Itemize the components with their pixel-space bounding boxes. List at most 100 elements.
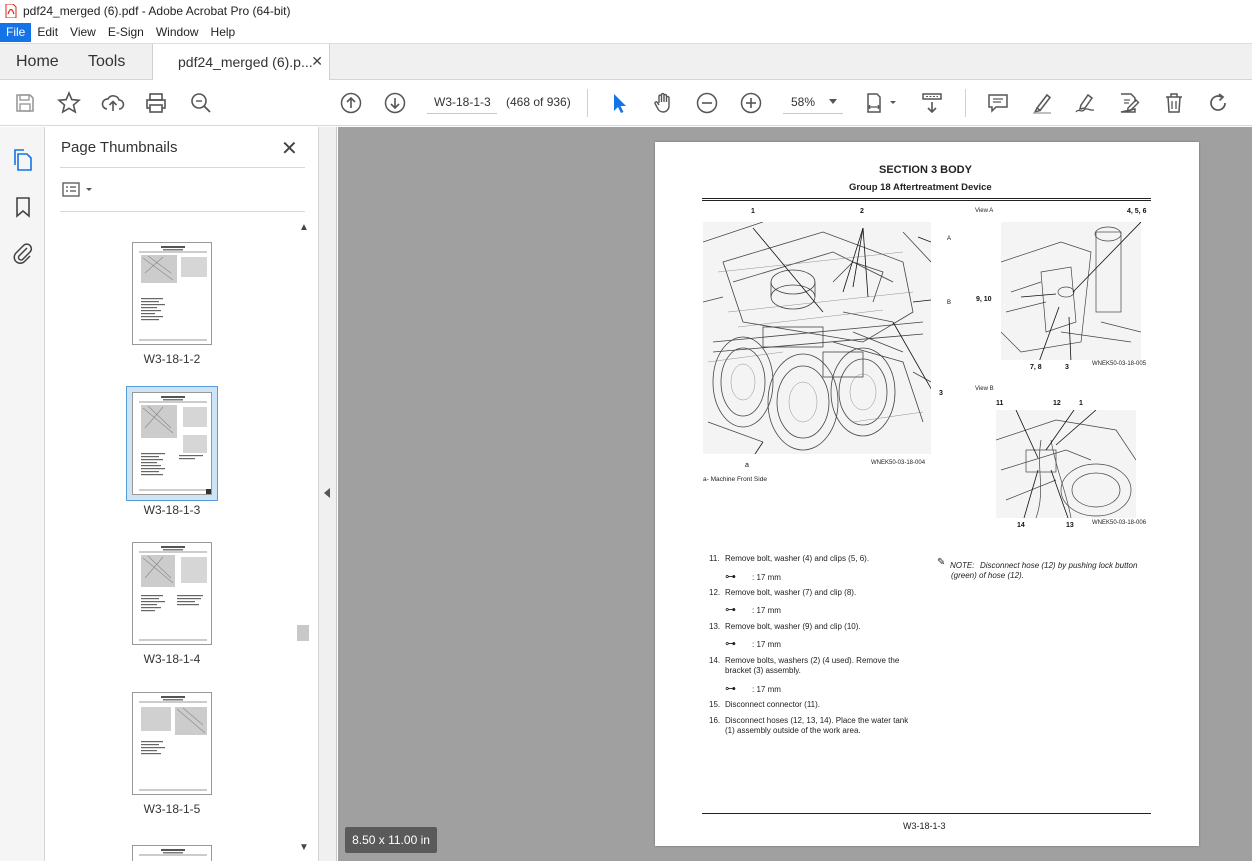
- step-text: Remove bolt, washer (9) and clip (10).: [725, 622, 861, 631]
- callout-label: 14: [1017, 522, 1025, 529]
- highlight-pen-icon[interactable]: [1030, 91, 1054, 115]
- zoom-level-dropdown[interactable]: 58%: [783, 90, 843, 114]
- step-text: bracket (3) assembly.: [725, 666, 801, 675]
- acrobat-pdf-icon: [5, 3, 17, 19]
- toolbar-divider: [587, 89, 588, 117]
- document-page: SECTION 3 BODY Group 18 Aftertreatment D…: [655, 142, 1199, 846]
- tab-document[interactable]: pdf24_merged (6).p... ✕: [152, 44, 330, 81]
- view-b-illustration: [996, 410, 1136, 518]
- chevron-down-icon: [829, 99, 837, 104]
- scroll-up-icon[interactable]: ▲: [299, 222, 309, 233]
- edit-pdf-icon[interactable]: [1117, 91, 1141, 115]
- thumbnail-page-image: [132, 542, 212, 645]
- scrollbar-thumb[interactable]: [297, 625, 309, 641]
- scroll-down-icon[interactable]: ▼: [299, 842, 309, 853]
- menu-help[interactable]: Help: [205, 23, 242, 42]
- thumbnail-label: W3-18-1-5: [143, 802, 201, 816]
- wrench-icon: ⊶: [725, 604, 736, 616]
- group-heading: Group 18 Aftertreatment Device: [849, 182, 992, 193]
- star-bookmark-icon[interactable]: [57, 90, 81, 115]
- callout-label: 7, 8: [1030, 364, 1042, 371]
- document-tab-label: pdf24_merged (6).p...: [178, 54, 313, 70]
- print-icon[interactable]: [144, 91, 168, 115]
- callout-label: 3: [939, 390, 943, 397]
- callout-label: 1: [1079, 400, 1083, 407]
- thumbnail-options-menu[interactable]: [62, 181, 98, 199]
- previous-page-icon[interactable]: [339, 91, 363, 115]
- thumbnail-page-image: [132, 242, 212, 345]
- menu-edit[interactable]: Edit: [31, 23, 64, 42]
- tab-bar: Home Tools pdf24_merged (6).p... ✕: [0, 43, 1252, 81]
- close-panel-icon[interactable]: ✕: [281, 136, 298, 161]
- thumbnail-page-image: [132, 845, 212, 861]
- view-a-illustration: [1001, 222, 1141, 360]
- page-thumbnails-panel: Page Thumbnails ✕ W3-18-1-2 W3-18-1-3 W3…: [46, 127, 319, 861]
- zoom-search-icon[interactable]: [189, 91, 213, 115]
- footer-rule: [702, 813, 1151, 814]
- menu-file[interactable]: File: [0, 23, 32, 42]
- zoom-in-icon[interactable]: [739, 91, 763, 115]
- page-footer: W3-18-1-3: [903, 821, 946, 831]
- save-icon[interactable]: [13, 91, 37, 115]
- wrench-size: : 17 mm: [752, 606, 781, 615]
- rotate-redo-icon[interactable]: [1206, 91, 1230, 115]
- view-a-label: View A: [975, 208, 994, 214]
- menu-view[interactable]: View: [64, 23, 102, 42]
- section-heading: SECTION 3 BODY: [879, 164, 972, 176]
- tab-home[interactable]: Home: [16, 53, 59, 71]
- panel-divider: [60, 167, 305, 168]
- close-tab-icon[interactable]: ✕: [311, 53, 323, 70]
- panel-divider: [60, 211, 305, 212]
- next-page-icon[interactable]: [383, 91, 407, 115]
- delete-trash-icon[interactable]: [1162, 91, 1186, 115]
- wrench-size: : 17 mm: [752, 573, 781, 582]
- page-thumbnails-icon[interactable]: [11, 148, 35, 172]
- menu-esign[interactable]: E-Sign: [102, 23, 150, 42]
- step-text: Remove bolts, washers (2) (4 used). Remo…: [725, 656, 900, 665]
- step-number: 12.: [709, 588, 721, 597]
- attachment-paperclip-icon[interactable]: [11, 241, 35, 265]
- wrench-icon: ⊶: [725, 638, 736, 650]
- view-b-label: View B: [975, 386, 994, 392]
- collapse-arrow-icon: [324, 488, 330, 498]
- zoom-out-icon[interactable]: [695, 91, 719, 115]
- comment-icon[interactable]: [986, 91, 1010, 115]
- heading-rule: [702, 198, 1151, 199]
- menu-bar: File Edit View E-Sign Window Help: [0, 22, 1252, 43]
- main-engine-illustration: [703, 222, 931, 454]
- panel-collapse-handle[interactable]: [319, 127, 337, 861]
- step-number: 15.: [709, 700, 721, 709]
- scrolling-mode-icon[interactable]: [920, 91, 944, 115]
- callout-label: 2: [860, 208, 864, 215]
- step-text: Disconnect hoses (12, 13, 14). Place the…: [725, 716, 909, 725]
- wrench-size: : 17 mm: [752, 685, 781, 694]
- select-cursor-icon[interactable]: [607, 91, 631, 115]
- thumbnail-scrollbar[interactable]: ▲ ▼: [296, 222, 310, 857]
- tab-tools[interactable]: Tools: [88, 53, 125, 71]
- step-text: (1) assembly outside of the work area.: [725, 726, 861, 735]
- figure-code: WNEK50-03-18-006: [1092, 520, 1147, 526]
- hand-tool-icon[interactable]: [651, 91, 675, 115]
- wrench-size: : 17 mm: [752, 640, 781, 649]
- bookmark-icon[interactable]: [11, 195, 35, 219]
- note-label: NOTE:: [950, 561, 975, 570]
- upload-cloud-icon[interactable]: [101, 91, 125, 115]
- callout-label: 13: [1066, 522, 1074, 529]
- document-viewer[interactable]: SECTION 3 BODY Group 18 Aftertreatment D…: [338, 127, 1252, 861]
- sign-pen-icon[interactable]: [1073, 91, 1097, 115]
- thumbnail-label: W3-18-1-4: [143, 652, 201, 666]
- zoom-level-value: 58%: [791, 95, 816, 109]
- menu-window[interactable]: Window: [150, 23, 205, 42]
- wrench-icon: ⊶: [725, 571, 736, 583]
- page-fit-icon[interactable]: [863, 91, 901, 115]
- options-list-icon: [62, 182, 92, 197]
- thumbnail-label: W3-18-1-2: [143, 352, 201, 366]
- wrench-icon: ⊶: [725, 683, 736, 695]
- figure-code: WNEK50-03-18-004: [871, 460, 926, 466]
- page-count: (468 of 936): [506, 95, 571, 109]
- toolbar-divider: [965, 89, 966, 117]
- callout-label: 11: [996, 400, 1004, 407]
- page-size-indicator: 8.50 x 11.00 in: [345, 827, 437, 853]
- step-text: Disconnect connector (11).: [725, 700, 821, 709]
- page-number-input[interactable]: [427, 90, 497, 114]
